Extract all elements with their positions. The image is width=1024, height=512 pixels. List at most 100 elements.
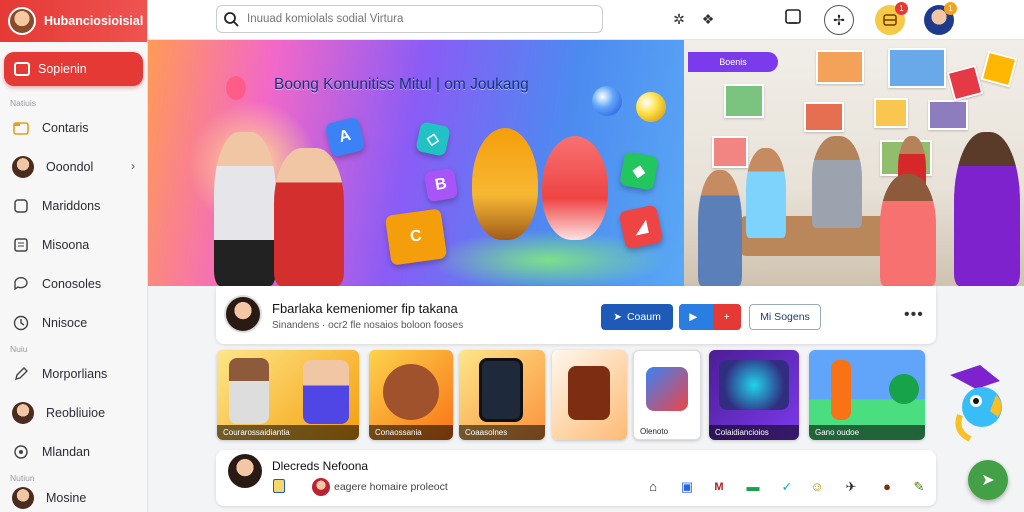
pencil-icon (12, 365, 30, 383)
post-avatar[interactable] (228, 454, 262, 488)
sidebar-item-label: Mlandan (42, 444, 90, 459)
wall-artwork (980, 50, 1018, 88)
share-icon[interactable]: ❖ (697, 8, 719, 30)
channel-name[interactable]: Fbarlaka kemeniomer fip takana (272, 301, 458, 316)
primary-button-label: Coaum (626, 311, 661, 323)
topbar: ✲ ❖ ✢ 1 1 (148, 0, 1024, 40)
pin-icon[interactable]: ✈ (842, 478, 860, 496)
wall-artwork (816, 50, 864, 84)
thumbnail-card[interactable]: Gano oudoe (809, 350, 925, 440)
notification-icon[interactable]: 1 (875, 2, 908, 35)
sidebar-item-mlandan[interactable]: Mlandan (0, 432, 147, 471)
profile-badge: 1 (944, 2, 957, 15)
notification-badge: 1 (895, 2, 908, 15)
letter-block-icon: B (423, 167, 459, 203)
child-figure-right (274, 148, 344, 286)
secondary-button[interactable]: Mi Sogens (749, 304, 821, 330)
avatar (12, 401, 34, 424)
sidebar-item-nnisoce[interactable]: Nnisoce (0, 303, 147, 342)
sidebar-section-label: Nutiun (10, 473, 35, 483)
letter-block-icon: ◇ (415, 121, 451, 157)
sidebar-item-active[interactable]: Sopienin (4, 52, 143, 86)
add-icon: + (712, 304, 741, 330)
tree-figure (889, 374, 919, 404)
sphere-icon (592, 86, 622, 116)
sidebar-item-mariddons[interactable]: Mariddons (0, 186, 147, 225)
post-author[interactable]: Dlecreds Nefoona (272, 459, 368, 473)
document-icon[interactable] (273, 479, 285, 493)
thumbnail-caption: Conaossania (369, 425, 453, 440)
student-figure (812, 136, 862, 228)
sidebar-item-label: Contaris (42, 120, 89, 135)
controller-icon[interactable]: ✢ (824, 5, 854, 35)
photo-tag[interactable]: Boenis (688, 52, 778, 72)
sidebar-item-morporlians[interactable]: Morporlians (0, 354, 147, 393)
primary-button[interactable]: ➤ Coaum (601, 304, 673, 330)
folder-icon (12, 119, 30, 137)
app-root: Hubanciosioisial Sopienin Natiuis Contar… (0, 0, 1024, 512)
sidebar-item-reobliuioe[interactable]: Reobliuioe (0, 393, 147, 432)
media-icon[interactable]: M (710, 478, 728, 496)
wall-artwork (712, 136, 748, 168)
bookmark-icon[interactable] (782, 8, 804, 30)
monitor-screen (719, 360, 789, 410)
sidebar-header[interactable]: Hubanciosioisial (0, 0, 147, 42)
thumbnail-caption: Olenoto (634, 424, 700, 439)
home-icon (14, 62, 30, 76)
avatar (12, 155, 34, 178)
user-icon[interactable]: ● (878, 478, 896, 496)
sidebar-section-label: Nuiu (10, 344, 28, 354)
sphere-icon (636, 92, 666, 122)
letter-block-icon: ◢ (618, 204, 664, 250)
thumbnail-card[interactable]: Coaasolnes (459, 350, 545, 440)
thumbnail-card[interactable]: Olenoto (633, 350, 701, 440)
mascot-figure (383, 364, 439, 420)
tablet-device (479, 358, 523, 422)
chevron-right-icon[interactable]: › (131, 159, 135, 173)
letter-block-icon: ◆ (619, 151, 659, 191)
thumbnail-card[interactable]: Colaidiancioios (709, 350, 799, 440)
thumbnail-card[interactable]: Conaossania (369, 350, 453, 440)
sidebar-item-misoona[interactable]: Misoona (0, 225, 147, 264)
more-options-icon[interactable]: ••• (904, 306, 924, 324)
sidebar-item-conosoles[interactable]: Conosoles (0, 264, 147, 303)
sidebar-item-label: Reobliuioe (46, 405, 106, 420)
child-figure-left (214, 132, 276, 286)
play-add-button[interactable]: ▶ + (679, 304, 741, 330)
sidebar-section-label: Natiuis (10, 98, 36, 108)
playground-figure (831, 360, 851, 420)
send-fab-button[interactable]: ➤ (968, 460, 1008, 500)
channel-info: Fbarlaka kemeniomer fip takana Sinandens… (216, 286, 936, 344)
home-icon[interactable]: ⌂ (644, 478, 662, 496)
avatar-logo (8, 7, 36, 35)
profile-avatar[interactable]: 1 (924, 2, 957, 35)
chat-bubble-icon[interactable]: ▬ (744, 478, 762, 496)
check-icon[interactable]: ✓ (778, 478, 796, 496)
wall-artwork (804, 102, 844, 132)
puzzle-icon[interactable]: ✲ (668, 8, 690, 30)
teacher-figure (954, 132, 1020, 286)
sidebar-item-ooondol[interactable]: Ooondol › (0, 147, 147, 186)
edit-icon[interactable]: ✎ (910, 478, 928, 496)
camera-icon[interactable]: ▣ (678, 478, 696, 496)
sidebar-item-label: Mosine (46, 491, 87, 505)
channel-avatar[interactable] (224, 295, 262, 333)
thumbnail-card[interactable] (552, 350, 627, 440)
search-input[interactable] (247, 13, 567, 25)
wall-artwork (874, 98, 908, 128)
classroom-photo[interactable]: Boenis (684, 40, 1024, 286)
thumbnail-card[interactable]: Courarossaidiantia (217, 350, 359, 440)
emoji-icon[interactable]: ☺ (808, 478, 826, 496)
post-text: eagere homaire proleoct (334, 481, 448, 493)
sidebar-item-label: Mariddons (42, 198, 101, 213)
clock-icon (12, 314, 30, 332)
post-card: Dlecreds Nefoona eagere homaire proleoct… (216, 450, 936, 506)
search-icon (224, 12, 239, 27)
sidebar-item-mosine[interactable]: Mosine (0, 483, 147, 512)
search-bar[interactable] (216, 5, 603, 33)
sidebar-item-label: Nnisoce (42, 315, 88, 330)
device-gadget (646, 367, 688, 411)
sidebar-item-contaris[interactable]: Contaris (0, 108, 147, 147)
hero-banner[interactable]: Boong Konunitiss Mitul | om Joukang A ◇ … (148, 40, 684, 286)
mascot-bear (472, 128, 538, 240)
